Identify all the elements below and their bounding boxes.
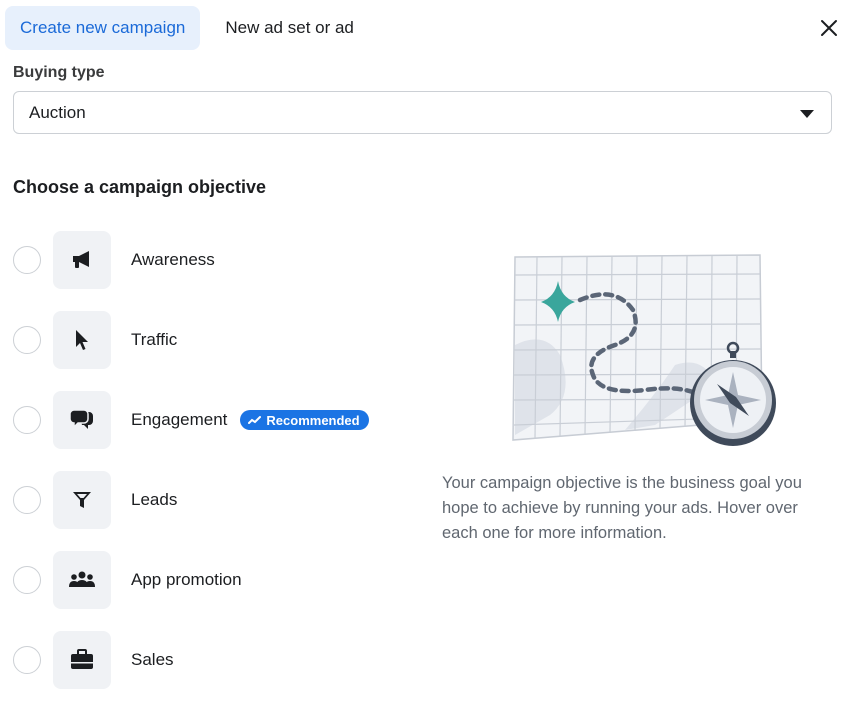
objective-section-title: Choose a campaign objective	[13, 177, 267, 197]
objective-icon-box	[53, 471, 111, 529]
objective-icon-box	[53, 391, 111, 449]
recommended-badge-label: Recommended	[266, 412, 360, 428]
objective-label: Sales	[131, 650, 174, 669]
objective-icon-box	[53, 311, 111, 369]
campaign-tabs: Create new campaign New ad set or ad	[5, 6, 369, 50]
people-icon	[69, 571, 95, 587]
objective-radio[interactable]	[13, 646, 41, 674]
buying-type-label: Buying type	[13, 64, 105, 81]
objective-leads[interactable]: Leads	[13, 471, 433, 529]
megaphone-icon	[73, 251, 89, 268]
objective-app-promotion[interactable]: App promotion	[13, 551, 433, 609]
tab-create-new-campaign[interactable]: Create new campaign	[5, 6, 201, 50]
objective-radio[interactable]	[13, 486, 41, 514]
briefcase-icon	[71, 649, 93, 669]
tab-new-ad-set-or-ad[interactable]: New ad set or ad	[210, 6, 369, 50]
objective-traffic[interactable]: Traffic	[13, 311, 433, 369]
objective-label: Leads	[131, 490, 178, 509]
objective-label: Traffic	[131, 330, 178, 349]
map-compass-illustration	[512, 254, 776, 446]
trend-icon	[248, 416, 262, 424]
objective-radio[interactable]	[13, 246, 41, 274]
objective-label: Awareness	[131, 250, 215, 269]
objective-icon-box	[53, 231, 111, 289]
objective-label: Engagement	[131, 410, 228, 429]
objective-radio[interactable]	[13, 326, 41, 354]
buying-type-select[interactable]: Auction	[13, 91, 832, 134]
objective-label: App promotion	[131, 570, 242, 589]
objective-description: Your campaign objective is the business …	[442, 474, 802, 542]
objective-radio[interactable]	[13, 406, 41, 434]
close-button[interactable]	[815, 14, 843, 42]
objective-radio[interactable]	[13, 566, 41, 594]
buying-type-value: Auction	[29, 102, 86, 122]
funnel-icon	[73, 492, 91, 508]
caret-down-icon	[800, 110, 814, 118]
recommended-badge: Recommended	[240, 410, 369, 430]
objective-awareness[interactable]: Awareness	[13, 231, 433, 289]
objective-icon-box	[53, 551, 111, 609]
objective-icon-box	[53, 631, 111, 689]
close-icon	[821, 20, 837, 36]
chat-bubbles-icon	[69, 409, 93, 429]
objective-engagement[interactable]: Engagement Recommended	[13, 391, 433, 449]
cursor-icon	[76, 330, 88, 350]
objective-sales[interactable]: Sales	[13, 631, 433, 689]
